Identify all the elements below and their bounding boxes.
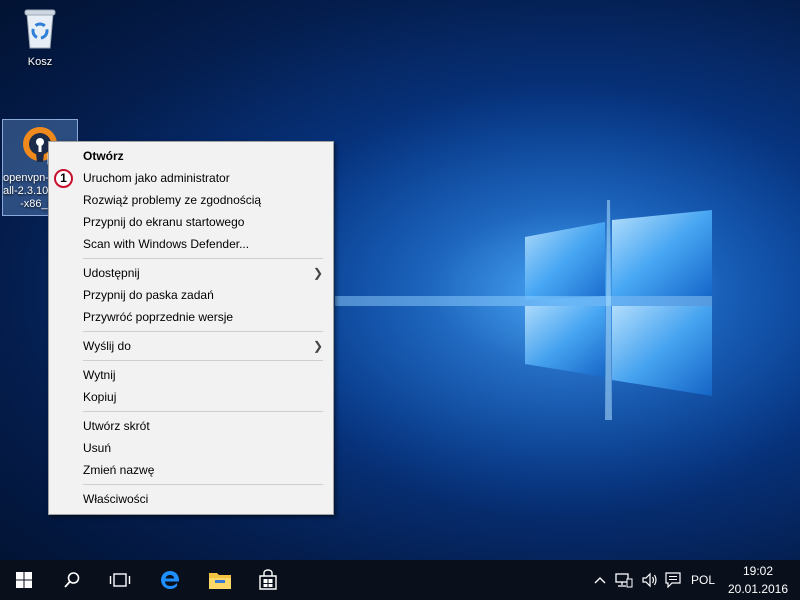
file-explorer-icon — [209, 573, 231, 589]
menu-item-label: Przypnij do ekranu startowego — [83, 215, 245, 229]
menu-item-label: Scan with Windows Defender... — [83, 237, 250, 251]
context-menu: Otwórz 1 Uruchom jako administrator Rozw… — [48, 141, 334, 515]
menu-item-label: Przywróć poprzednie wersje — [83, 310, 234, 324]
menu-item-create-shortcut[interactable]: Utwórz skrót — [49, 415, 333, 437]
volume-button[interactable] — [638, 560, 662, 600]
menu-item-scan-defender[interactable]: Scan with Windows Defender... — [49, 233, 333, 255]
menu-separator — [83, 484, 323, 485]
edge-icon — [161, 571, 180, 589]
menu-item-label: Wytnij — [83, 368, 116, 382]
file-explorer-button[interactable] — [196, 560, 244, 600]
clock-date: 20.01.2016 — [727, 582, 789, 596]
menu-item-pin-to-start[interactable]: Przypnij do ekranu startowego — [49, 211, 333, 233]
store-icon — [259, 569, 277, 590]
menu-separator — [83, 331, 323, 332]
menu-item-label: Utwórz skrót — [83, 419, 150, 433]
menu-item-delete[interactable]: Usuń — [49, 437, 333, 459]
task-view-icon — [109, 573, 131, 587]
chevron-up-icon — [594, 577, 606, 584]
start-button[interactable] — [0, 560, 48, 600]
menu-separator — [83, 360, 323, 361]
recycle-bin-shortcut[interactable]: Kosz — [2, 6, 78, 68]
submenu-arrow-icon: ❯ — [312, 339, 323, 353]
volume-icon — [642, 572, 657, 588]
menu-item-properties[interactable]: Właściwości — [49, 488, 333, 510]
menu-separator — [83, 258, 323, 259]
show-hidden-icons-button[interactable] — [590, 560, 610, 600]
step-number-badge: 1 — [54, 169, 73, 188]
edge-button[interactable] — [146, 560, 194, 600]
menu-item-label: Usuń — [83, 441, 112, 455]
search-button[interactable] — [48, 560, 96, 600]
network-icon — [615, 573, 633, 588]
menu-item-cut[interactable]: Wytnij — [49, 364, 333, 386]
input-language-indicator[interactable]: POL — [686, 560, 720, 600]
menu-item-label: Kopiuj — [83, 390, 117, 404]
menu-item-send-to[interactable]: Wyślij do ❯ — [49, 335, 333, 357]
search-icon — [64, 572, 80, 588]
menu-item-label: Uruchom jako administrator — [83, 171, 230, 185]
menu-item-pin-to-taskbar[interactable]: Przypnij do paska zadań — [49, 284, 333, 306]
menu-separator — [83, 411, 323, 412]
menu-item-label: Udostępnij — [83, 266, 140, 280]
menu-item-rename[interactable]: Zmień nazwę — [49, 459, 333, 481]
menu-item-copy[interactable]: Kopiuj — [49, 386, 333, 408]
menu-item-label: Przypnij do paska zadań — [83, 288, 214, 302]
menu-item-share[interactable]: Udostępnij ❯ — [49, 262, 333, 284]
action-center-button[interactable] — [662, 560, 684, 600]
menu-item-label: Otwórz — [83, 149, 124, 163]
menu-item-label: Wyślij do — [83, 339, 131, 353]
menu-item-open[interactable]: Otwórz — [49, 145, 333, 167]
menu-item-run-as-admin[interactable]: 1 Uruchom jako administrator — [49, 167, 333, 189]
taskbar-clock[interactable]: 19:02 20.01.2016 — [724, 562, 792, 598]
taskbar: POL 19:02 20.01.2016 — [0, 560, 800, 600]
menu-item-label: Zmień nazwę — [83, 463, 155, 477]
language-label: POL — [690, 573, 715, 587]
task-view-button[interactable] — [96, 560, 144, 600]
network-button[interactable] — [612, 560, 636, 600]
store-button[interactable] — [244, 560, 292, 600]
recycle-bin-icon — [21, 6, 59, 50]
clock-time: 19:02 — [742, 564, 774, 578]
menu-item-label: Właściwości — [83, 492, 149, 506]
menu-item-label: Rozwiąż problemy ze zgodnością — [83, 193, 262, 207]
windows-start-icon — [16, 572, 32, 588]
menu-item-troubleshoot-compatibility[interactable]: Rozwiąż problemy ze zgodnością — [49, 189, 333, 211]
menu-item-restore-previous-versions[interactable]: Przywróć poprzednie wersje — [49, 306, 333, 328]
notification-icon — [665, 572, 681, 588]
submenu-arrow-icon: ❯ — [312, 266, 323, 280]
recycle-bin-label: Kosz — [27, 56, 53, 68]
